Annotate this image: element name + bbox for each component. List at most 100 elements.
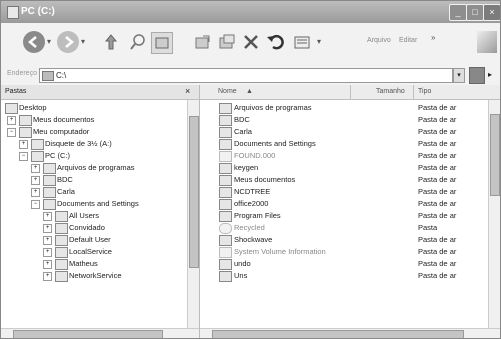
list-item[interactable]: keygen Pasta de ar [200, 162, 488, 174]
maximize-button[interactable]: □ [466, 4, 484, 21]
folder-icon [219, 211, 232, 222]
tree-item-label: Carla [57, 187, 75, 196]
expand-icon[interactable]: + [43, 248, 52, 257]
item-name: Recycled [234, 223, 265, 232]
up-arrow-icon [104, 34, 118, 50]
folder-icon [43, 175, 56, 186]
tree-item-label: Convidado [69, 223, 105, 232]
column-header-type[interactable]: Tipo [418, 88, 431, 95]
drive-icon [42, 71, 54, 81]
folder-icon [55, 247, 68, 258]
item-name: keygen [234, 163, 259, 172]
expand-icon[interactable]: + [7, 116, 16, 125]
expand-icon[interactable]: + [43, 272, 52, 281]
copy-to-icon [219, 34, 235, 49]
list-item[interactable]: office2000 Pasta de ar [200, 198, 488, 210]
toolbar-label-editar[interactable]: Editar [399, 37, 417, 44]
collapse-icon[interactable]: − [7, 128, 16, 137]
folders-vertical-scrollbar[interactable] [187, 100, 199, 328]
search-button[interactable] [128, 32, 148, 52]
toolbar-label-arquivo[interactable]: Arquivo [367, 37, 391, 44]
undo-button[interactable] [265, 32, 285, 52]
close-button[interactable]: × [483, 4, 500, 21]
collapse-icon[interactable]: − [19, 152, 28, 161]
address-value: C:\ [56, 71, 67, 80]
list-item[interactable]: NCDTREE Pasta de ar [200, 186, 488, 198]
folder-icon [55, 259, 68, 270]
address-input[interactable]: C:\ [39, 68, 453, 83]
delete-button[interactable] [241, 32, 261, 52]
explorer-window: PC (C:) _ □ × ▾ ▾ ▾ Arquivo Editar » End… [0, 0, 501, 339]
folder-icon [219, 259, 232, 270]
scroll-thumb[interactable] [189, 116, 199, 268]
up-folder-button[interactable] [101, 32, 121, 52]
folders-pane-close-button[interactable]: × [185, 86, 190, 96]
list-item[interactable]: Shockwave Pasta de ar [200, 234, 488, 246]
expand-icon[interactable]: + [43, 224, 52, 233]
list-item[interactable]: Meus documentos Pasta de ar [200, 174, 488, 186]
expand-icon[interactable]: + [43, 212, 52, 221]
address-dropdown-button[interactable]: ▾ [453, 68, 465, 83]
folder-icon [55, 211, 68, 222]
tree-item-label: Arquivos de programas [57, 163, 135, 172]
list-item[interactable]: Arquivos de programas Pasta de ar [200, 102, 488, 114]
delete-x-icon [244, 35, 258, 49]
item-name: FOUND.000 [234, 151, 276, 160]
item-type: Pasta de ar [418, 211, 457, 220]
folder-icon [219, 199, 232, 210]
list-item[interactable]: Documents and Settings Pasta de ar [200, 138, 488, 150]
tree-item-label: Documents and Settings [57, 199, 139, 208]
go-button[interactable] [469, 67, 485, 84]
list-item[interactable]: Program Files Pasta de ar [200, 210, 488, 222]
item-type: Pasta de ar [418, 271, 457, 280]
item-name: BDC [234, 115, 250, 124]
forward-dropdown-icon[interactable]: ▾ [81, 37, 85, 46]
views-dropdown-icon[interactable]: ▾ [317, 37, 321, 46]
tree-item-label: Matheus [69, 259, 98, 268]
sort-ascending-icon: ▲ [246, 88, 253, 95]
scroll-thumb[interactable] [490, 114, 500, 196]
collapse-icon[interactable]: − [31, 200, 40, 209]
scroll-thumb[interactable] [13, 330, 163, 338]
folder-icon [55, 271, 68, 282]
scroll-thumb[interactable] [212, 330, 464, 338]
forward-button[interactable] [57, 31, 79, 53]
move-to-button[interactable] [193, 32, 213, 52]
views-button[interactable] [293, 32, 315, 52]
item-name: Program Files [234, 211, 281, 220]
tree-item-label: Meu computador [33, 127, 90, 136]
list-item[interactable]: FOUND.000 Pasta de ar [200, 150, 488, 162]
copy-to-button[interactable] [217, 32, 237, 52]
item-type: Pasta de ar [418, 139, 457, 148]
expand-icon[interactable]: + [31, 176, 40, 185]
expand-icon[interactable]: + [31, 188, 40, 197]
toolbar-overflow-icon[interactable]: » [431, 33, 435, 42]
folders-button[interactable] [151, 32, 173, 54]
item-type: Pasta de ar [418, 163, 457, 172]
list-item[interactable]: Uns Pasta de ar [200, 270, 488, 282]
expand-icon[interactable]: + [43, 236, 52, 245]
column-divider[interactable] [350, 85, 351, 99]
folders-horizontal-scrollbar[interactable] [1, 328, 199, 338]
column-header-size[interactable]: Tamanho [376, 88, 405, 95]
item-name: office2000 [234, 199, 269, 208]
column-divider[interactable] [413, 85, 414, 99]
expand-icon[interactable]: + [31, 164, 40, 173]
list-item[interactable]: System Volume Information Pasta de ar [200, 246, 488, 258]
back-dropdown-icon[interactable]: ▾ [47, 37, 51, 46]
list-item[interactable]: BDC Pasta de ar [200, 114, 488, 126]
folder-icon [219, 139, 232, 150]
expand-icon[interactable]: + [19, 140, 28, 149]
folder-icon [219, 103, 232, 114]
list-item[interactable]: Recycled Pasta [200, 222, 488, 234]
expand-icon[interactable]: + [43, 260, 52, 269]
minimize-button[interactable]: _ [449, 4, 467, 21]
list-item[interactable]: Carla Pasta de ar [200, 126, 488, 138]
list-item[interactable]: undo Pasta de ar [200, 258, 488, 270]
item-type: Pasta [418, 223, 438, 232]
list-vertical-scrollbar[interactable] [488, 100, 500, 328]
back-button[interactable] [23, 31, 45, 53]
list-horizontal-scrollbar[interactable] [200, 328, 500, 338]
column-header-name[interactable]: Nome [218, 88, 237, 95]
item-name: Meus documentos [234, 175, 296, 184]
